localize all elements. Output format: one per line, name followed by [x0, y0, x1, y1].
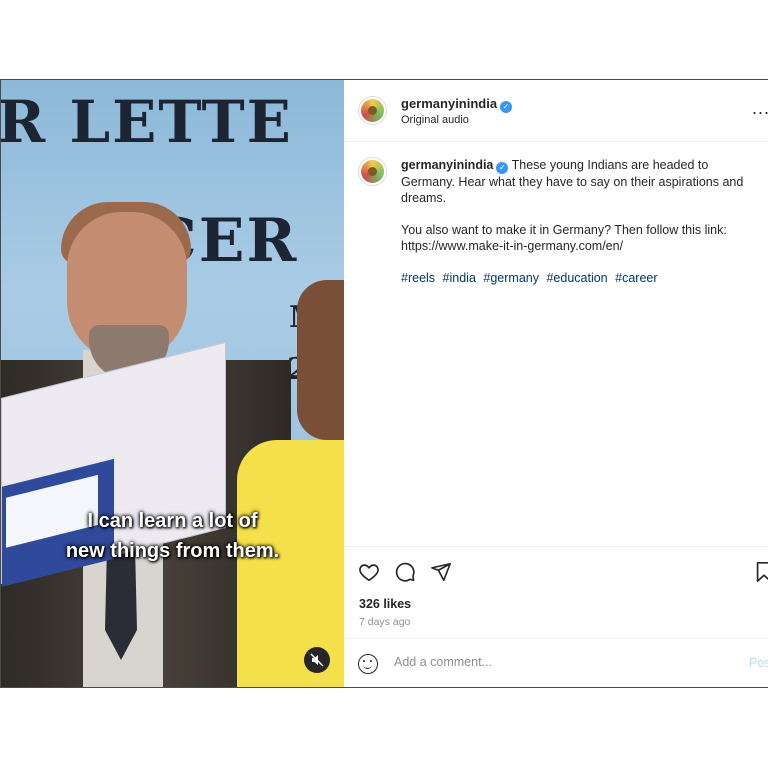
- action-bar: [344, 546, 768, 586]
- likes-count[interactable]: 326 likes: [359, 597, 411, 611]
- speaker-muted-glyph: [310, 653, 324, 667]
- comment-icon: [395, 562, 415, 582]
- caption-first-paragraph: germanyinindia ✓ These young Indians are …: [401, 157, 761, 206]
- emoji-icon[interactable]: [358, 654, 378, 674]
- more-options-icon[interactable]: ...: [752, 98, 768, 119]
- post-header: germanyinindia✓ Original audio ...: [344, 80, 768, 142]
- bookmark-icon: [756, 562, 768, 582]
- video-subtitle-line2: new things from them.: [65, 540, 280, 562]
- heart-icon: [359, 564, 379, 582]
- comment-input[interactable]: [394, 655, 694, 669]
- comment-button[interactable]: [394, 561, 416, 589]
- hashtag-link[interactable]: #career: [615, 271, 657, 285]
- username-row: germanyinindia ✓: [401, 96, 513, 113]
- hashtag-link[interactable]: #education: [546, 271, 607, 285]
- banner-text-line1: R LETTE: [1, 88, 293, 156]
- hashtag-link[interactable]: #germany: [483, 271, 539, 285]
- hashtag-link[interactable]: #reels: [401, 271, 435, 285]
- caption-second-paragraph: You also want to make it in Germany? The…: [401, 223, 727, 253]
- post-details-panel: germanyinindia✓ Original audio ... germa…: [344, 80, 768, 687]
- verified-badge-icon: ✓: [500, 101, 513, 113]
- share-button[interactable]: [430, 561, 452, 589]
- paper-plane-icon: [431, 562, 451, 582]
- comment-bar: Post: [344, 638, 768, 687]
- verified-badge-icon: ✓: [496, 162, 509, 174]
- audio-label[interactable]: Original audio: [401, 114, 469, 126]
- video-subtitle-line1: I can learn a lot of: [87, 510, 258, 532]
- save-button[interactable]: [754, 561, 768, 589]
- reel-video[interactable]: R LETTE CER M 20 I can learn a lot of ne…: [1, 80, 344, 687]
- hashtag-link[interactable]: #india: [443, 271, 476, 285]
- second-person-shirt: [237, 440, 344, 687]
- post-comment-button[interactable]: Post: [749, 656, 768, 670]
- like-button[interactable]: [358, 561, 380, 589]
- second-person-head: [297, 280, 344, 440]
- post-frame: R LETTE CER M 20 I can learn a lot of ne…: [0, 79, 768, 688]
- post-timestamp[interactable]: 7 days ago: [359, 616, 410, 628]
- caption-username-link[interactable]: germanyinindia: [401, 158, 493, 172]
- avatar[interactable]: [359, 97, 386, 124]
- caption-avatar[interactable]: [359, 158, 386, 185]
- post-caption: germanyinindia ✓ These young Indians are …: [401, 157, 761, 286]
- username-link[interactable]: germanyinindia: [401, 96, 497, 111]
- speaker-muted-icon[interactable]: [304, 647, 330, 673]
- hashtag-list: #reels #india #germany #education #caree…: [401, 270, 761, 286]
